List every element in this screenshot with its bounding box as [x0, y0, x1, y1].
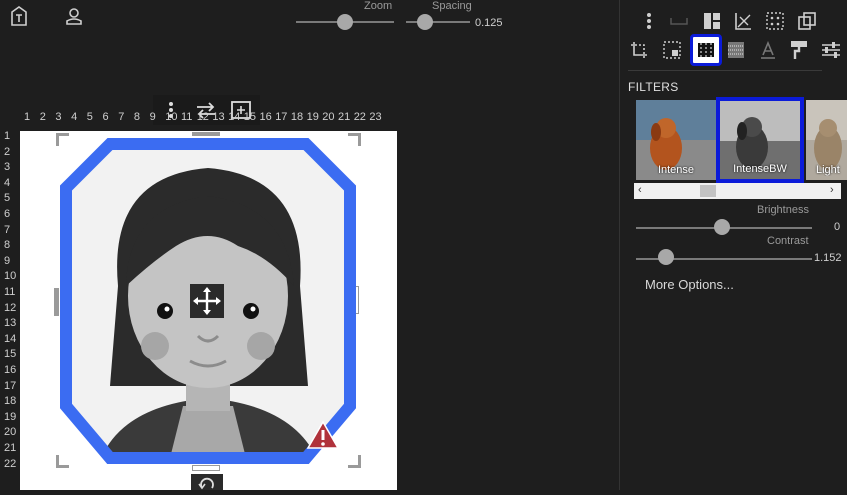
warning-icon[interactable] — [306, 420, 340, 450]
text-icon[interactable] — [8, 5, 30, 27]
layout-icon[interactable] — [700, 9, 724, 33]
spacing-slider-track[interactable] — [406, 21, 470, 23]
ruler-tick: 11 — [4, 286, 16, 298]
brightness-label: Brightness — [757, 204, 809, 216]
ruler-tick: 22 — [353, 111, 366, 123]
ruler-tick: 6 — [4, 208, 11, 220]
ruler-tick: 22 — [4, 457, 17, 470]
contrast-slider-knob[interactable] — [658, 249, 674, 265]
contrast-value: 1.152 — [814, 252, 842, 264]
filter-icon — [698, 43, 714, 57]
pattern-icon[interactable] — [724, 38, 748, 62]
ruler-tick: 17 — [275, 111, 288, 123]
more-options-link[interactable]: More Options... — [645, 277, 734, 292]
ruler-tick: 5 — [86, 111, 93, 123]
ruler-tick: 4 — [4, 176, 11, 189]
filter-scrollbar[interactable]: ‹ › — [634, 183, 841, 199]
paint-roller-icon[interactable] — [787, 38, 811, 62]
spacing-slider-knob[interactable] — [417, 14, 433, 30]
dash-icon[interactable] — [667, 9, 691, 33]
brightness-value: 0 — [834, 221, 841, 233]
ruler-tick: 1 — [24, 111, 31, 123]
ruler-tick: 2 — [39, 111, 46, 123]
filter-label: Light — [816, 164, 840, 176]
ruler-tick: 8 — [133, 111, 141, 123]
vertical-ruler: 1 2 3 4 5 6 7 8 9 10 11 12 13 14 15 16 17 18 19 20 21 22 — [0, 129, 20, 490]
filter-thumb-intense[interactable]: Intense — [636, 100, 716, 180]
chart-icon[interactable] — [731, 9, 755, 33]
ruler-tick: 17 — [4, 379, 17, 392]
ruler-tick: 12 — [4, 301, 17, 314]
select-icon[interactable] — [660, 38, 684, 62]
ruler-tick: 10 — [165, 111, 178, 123]
ruler-tick: 18 — [290, 111, 304, 123]
ruler-tick: 14 — [4, 332, 17, 345]
horizontal-ruler: 1 2 3 4 5 6 7 8 9 10 11 12 13 14 15 16 17 18 19 20 21 22 23 — [20, 109, 397, 129]
text-color-icon[interactable] — [756, 38, 780, 62]
ruler-tick: 7 — [4, 223, 11, 236]
right-panel: FILTERS Intense IntenseBW Light ‹ › Brig… — [619, 0, 847, 490]
sliders-icon[interactable] — [819, 38, 843, 62]
ruler-tick: 20 — [4, 426, 17, 439]
ruler-tick: 5 — [4, 192, 11, 205]
ruler-tick: 15 — [243, 111, 257, 123]
filter-label: Intense — [657, 164, 695, 176]
ruler-tick: 15 — [4, 348, 17, 361]
filter-list: Intense IntenseBW Light — [634, 97, 847, 183]
contrast-label: Contrast — [767, 235, 809, 247]
ruler-tick: 2 — [4, 145, 11, 158]
ruler-tick: 19 — [4, 410, 17, 423]
copy-icon[interactable] — [795, 9, 819, 33]
ruler-tick: 16 — [4, 364, 17, 376]
ruler-tick: 3 — [4, 161, 11, 174]
ruler-tick: 4 — [71, 111, 78, 123]
zoom-slider-knob[interactable] — [337, 14, 353, 30]
scroll-left-icon[interactable]: ‹ — [638, 184, 642, 196]
top-toolbar: Zoom Spacing 0.125 — [0, 0, 619, 44]
scroll-right-icon[interactable]: › — [830, 184, 834, 196]
ruler-tick: 19 — [306, 111, 319, 123]
ruler-tick: 21 — [338, 111, 351, 123]
ruler-tick: 13 — [212, 111, 225, 123]
panel-divider — [628, 70, 822, 71]
ruler-tick: 6 — [102, 111, 109, 123]
more-vertical-icon[interactable] — [637, 9, 661, 33]
filter-label: IntenseBW — [733, 163, 787, 175]
rotate-icon[interactable] — [191, 474, 223, 490]
ruler-tick: 21 — [4, 442, 17, 454]
move-icon[interactable] — [190, 284, 224, 318]
filter-tool-button[interactable] — [690, 34, 722, 66]
filter-thumb-intensebw[interactable]: IntenseBW — [716, 97, 804, 183]
scrollbar-thumb[interactable] — [700, 185, 716, 197]
ruler-tick: 20 — [322, 111, 335, 123]
spacing-label: Spacing — [432, 0, 472, 12]
ruler-tick: 16 — [259, 111, 272, 123]
ruler-tick: 3 — [55, 111, 62, 123]
spacing-value: 0.125 — [475, 17, 503, 29]
zoom-label: Zoom — [364, 0, 393, 12]
ruler-tick: 1 — [4, 130, 11, 142]
brightness-slider-knob[interactable] — [714, 219, 730, 235]
ruler-tick: 8 — [4, 239, 11, 252]
ruler-tick: 7 — [118, 111, 125, 123]
ruler-tick: 14 — [228, 111, 241, 123]
ruler-tick: 13 — [4, 317, 17, 330]
ruler-tick: 9 — [149, 111, 156, 123]
ruler-tick: 18 — [4, 395, 17, 408]
ruler-tick: 10 — [4, 270, 17, 283]
ruler-tick: 23 — [369, 111, 382, 123]
ruler-tick: 12 — [196, 111, 209, 123]
grid-dots-icon[interactable] — [763, 9, 787, 33]
design-canvas[interactable] — [20, 131, 397, 490]
ruler-tick: 11 — [181, 111, 193, 123]
filters-title: FILTERS — [628, 80, 679, 94]
user-icon[interactable] — [63, 5, 85, 27]
crop-icon[interactable] — [627, 38, 651, 62]
filter-thumb-light[interactable]: Light — [806, 100, 847, 180]
ruler-tick: 9 — [4, 254, 11, 267]
